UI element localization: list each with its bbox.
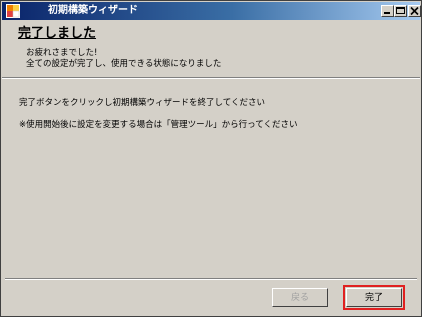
wizard-header: 完了しました お疲れさまでした! 全ての設定が完了し、使用できる状態になりました xyxy=(2,20,420,77)
header-divider xyxy=(2,77,420,79)
subtitle-line: お疲れさまでした! xyxy=(26,48,98,58)
footer-divider xyxy=(5,278,417,280)
maximize-icon[interactable] xyxy=(394,5,407,17)
back-button[interactable]: 戻る xyxy=(272,288,328,307)
minimize-icon[interactable] xyxy=(381,5,394,17)
window-title: 初期構築ウィザード xyxy=(48,5,138,16)
app-icon xyxy=(6,4,20,18)
close-icon[interactable] xyxy=(408,5,421,17)
instruction-text: 完了ボタンをクリックし初期構築ウィザードを終了してください xyxy=(19,98,265,108)
title-bar[interactable]: 初期構築ウィザード xyxy=(2,2,421,20)
page-subtitle: お疲れさまでした! 全ての設定が完了し、使用できる状態になりました xyxy=(26,48,221,70)
page-title: 完了しました xyxy=(18,26,97,41)
subtitle-line: 全ての設定が完了し、使用できる状態になりました xyxy=(26,59,222,69)
finish-button[interactable]: 完了 xyxy=(343,285,405,310)
wizard-window: 初期構築ウィザード 完了しました お疲れさまでした! 全ての設定が完了し、使用で… xyxy=(0,0,422,317)
note-text: ※使用開始後に設定を変更する場合は「管理ツール」から行ってください xyxy=(19,120,298,130)
